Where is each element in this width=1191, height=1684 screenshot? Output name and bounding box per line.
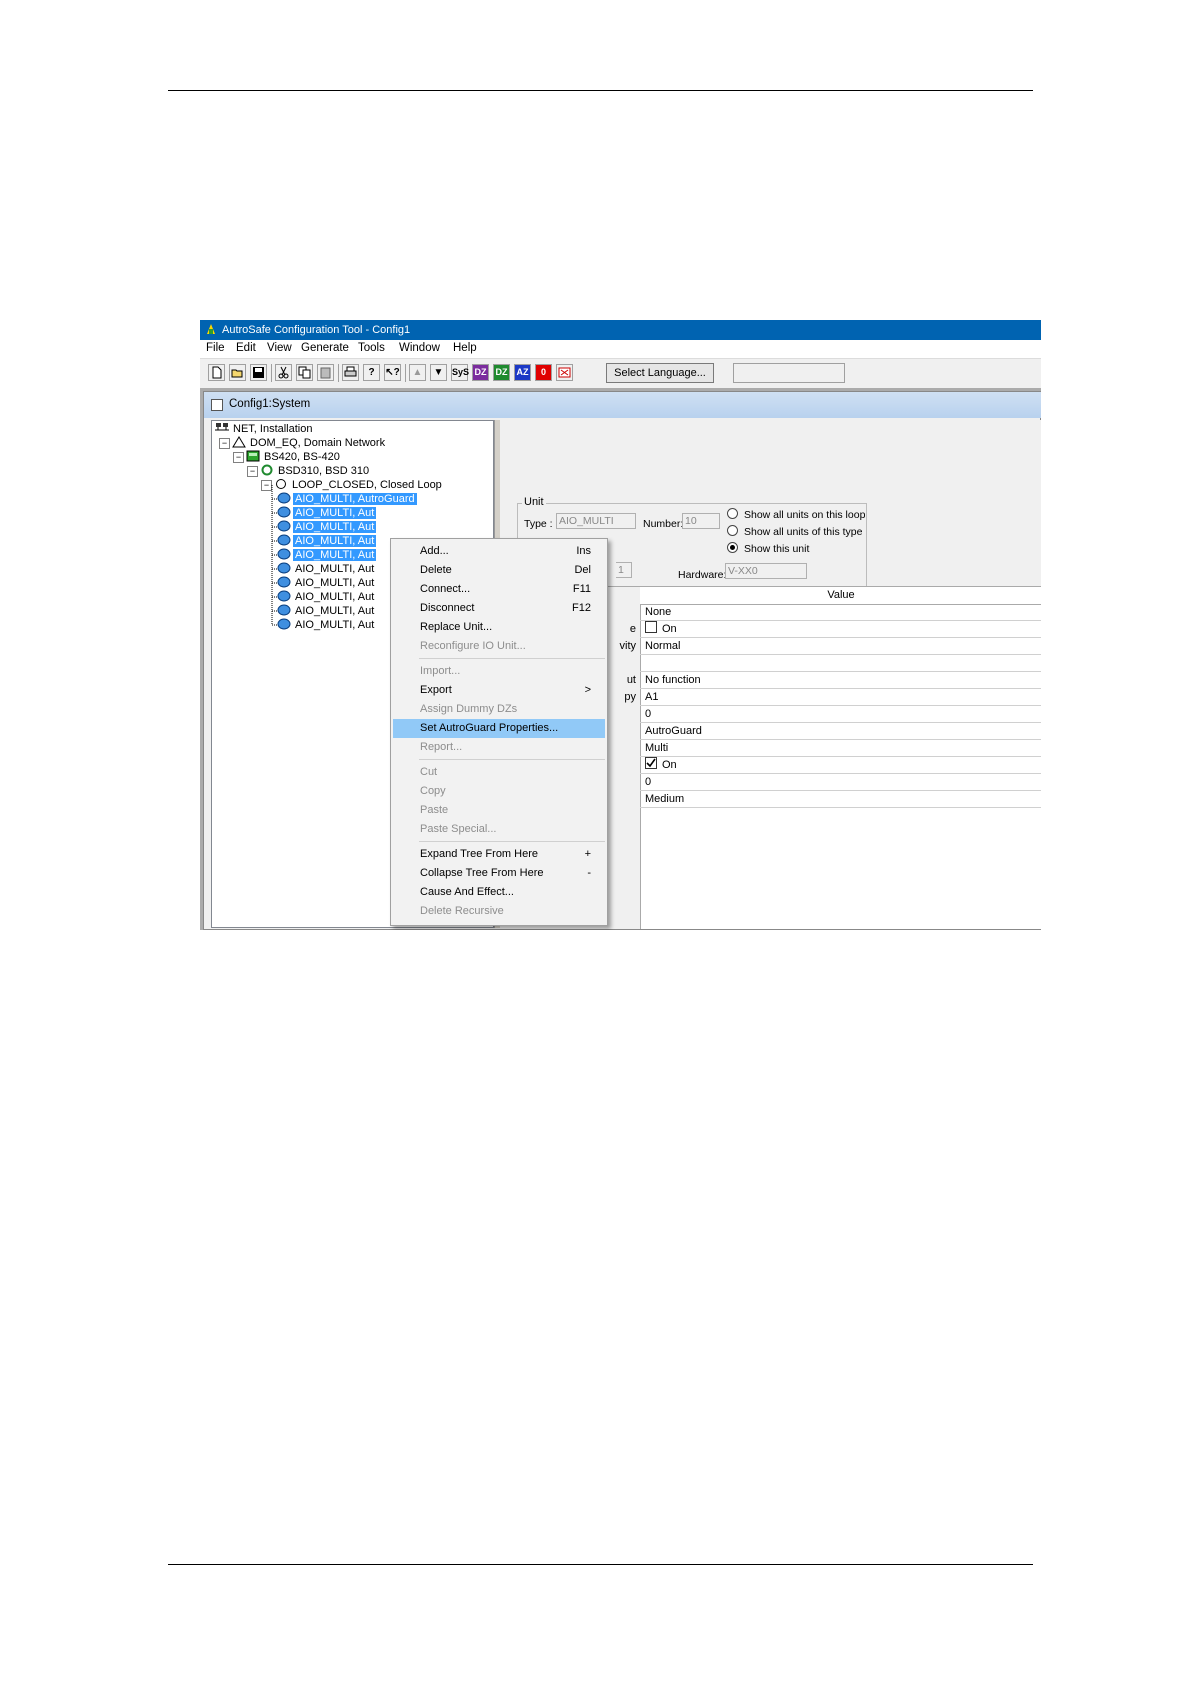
open-icon[interactable] [229,364,246,381]
menu-item-export[interactable]: Export > [393,681,605,700]
copy-icon[interactable] [296,364,313,381]
up-icon[interactable]: ▲ [409,364,426,381]
menu-separator [419,658,605,659]
save-icon[interactable] [250,364,267,381]
submenu-arrow-icon: > [584,684,591,696]
menu-item-copy[interactable]: Copy [393,782,605,801]
menu-item-connect[interactable]: Connect... F11 [393,580,605,599]
page-header-rule [168,90,1033,91]
menu-item-assign-dummy-dzs[interactable]: Assign Dummy DZs [393,700,605,719]
document-icon [211,399,223,411]
value-column-header[interactable]: Value [640,587,1041,605]
radio-button[interactable] [727,508,738,519]
radio-show-type[interactable]: Show all units of this type [727,525,862,538]
radio-button[interactable] [727,525,738,536]
menu-item-replace-unit[interactable]: Replace Unit... [393,618,605,637]
hardware-field[interactable]: V-XX0 [725,563,807,579]
menu-item-cut[interactable]: Cut [393,763,605,782]
window-title: AutroSafe Configuration Tool - Config1 [222,324,411,336]
menu-separator [419,841,605,842]
menu-item-reconfigure-io[interactable]: Reconfigure IO Unit... [393,637,605,656]
select-language-button[interactable]: Select Language... [606,363,714,383]
menu-item-cause-and-effect[interactable]: Cause And Effect... [393,883,605,902]
down-icon[interactable]: ▼ [430,364,447,381]
radio-show-loop[interactable]: Show all units on this loop [727,508,865,521]
toolbar-separator [338,364,339,382]
paste-icon[interactable] [317,364,334,381]
menu-generate[interactable]: Generate [301,342,349,354]
partial-field[interactable]: 1 [616,562,632,578]
property-value[interactable]: 0 [640,774,1041,791]
property-value[interactable]: AutroGuard [640,723,1041,740]
help-icon[interactable]: ? [363,364,380,381]
property-value[interactable] [640,655,1041,672]
print-icon[interactable] [342,364,359,381]
menu-view[interactable]: View [267,342,292,354]
child-window: Config1:System NET, Installation − DOM_EQ… [203,391,1041,930]
child-title: Config1:System [229,398,311,410]
context-help-icon[interactable]: ↖? [384,364,401,381]
dz-button-purple[interactable]: DZ [472,364,489,381]
unit-group-label: Unit [522,496,546,508]
menu-separator [419,759,605,760]
property-value[interactable]: Medium [640,791,1041,808]
sys-button[interactable]: SyS [451,364,469,381]
number-field[interactable]: 10 [682,513,720,529]
hardware-label: Hardware: [678,569,727,581]
mdi-area: Config1:System NET, Installation − DOM_EQ… [200,388,1041,930]
new-icon[interactable] [208,364,225,381]
property-value[interactable]: A1 [640,689,1041,706]
menu-item-delete-recursive[interactable]: Delete Recursive [393,902,605,921]
app-screenshot: AutroSafe Configuration Tool - Config1 F… [200,320,1041,930]
property-value[interactable]: 0 [640,706,1041,723]
menu-edit[interactable]: Edit [236,342,256,354]
property-value[interactable]: On [640,621,1041,638]
dz-button-green[interactable]: DZ [493,364,510,381]
menu-item-add[interactable]: Add... Ins [393,542,605,561]
menu-help[interactable]: Help [453,342,477,354]
checkbox-checked[interactable] [645,757,657,769]
type-label: Type : [524,518,553,530]
menu-item-report[interactable]: Report... [393,738,605,757]
check-icon [646,758,656,768]
menu-item-paste-special[interactable]: Paste Special... [393,820,605,839]
radio-button-selected[interactable] [727,542,738,553]
menu-window[interactable]: Window [399,342,440,354]
language-field[interactable] [733,363,845,383]
property-value[interactable]: On [640,757,1041,774]
zero-button[interactable]: 0 [535,364,552,381]
menu-item-collapse-tree[interactable]: Collapse Tree From Here - [393,864,605,883]
property-value[interactable]: None [640,604,1041,621]
az-button[interactable]: AZ [514,364,531,381]
property-value[interactable]: Normal [640,638,1041,655]
number-label: Number: [643,518,684,530]
menu-bar: File Edit View Generate Tools Window Hel… [200,340,1041,359]
property-value[interactable]: No function [640,672,1041,689]
menu-item-delete[interactable]: Delete Del [393,561,605,580]
title-bar[interactable]: AutroSafe Configuration Tool - Config1 [200,320,1041,340]
child-title-bar[interactable]: Config1:System [204,392,1041,418]
cut-icon[interactable] [275,364,292,381]
radio-show-unit[interactable]: Show this unit [727,542,809,555]
menu-item-disconnect[interactable]: Disconnect F12 [393,599,605,618]
checkbox[interactable] [645,621,657,633]
menu-item-set-autroguard-properties[interactable]: Set AutroGuard Properties... [393,719,605,738]
app-icon [205,323,217,336]
menu-item-expand-tree[interactable]: Expand Tree From Here + [393,845,605,864]
page-footer-rule [168,1564,1033,1565]
menu-tools[interactable]: Tools [358,342,385,354]
menu-file[interactable]: File [206,342,225,354]
property-value[interactable]: Multi [640,740,1041,757]
toolbar: ? ↖? ▲ ▼ SyS DZ DZ AZ 0 Select Language.… [200,359,1041,387]
context-menu: Add... Ins Delete Del Connect... F11 Discon… [390,538,608,926]
toolbar-separator [271,364,272,382]
close-icon[interactable] [556,364,573,381]
toolbar-separator [405,364,406,382]
menu-item-import[interactable]: Import... [393,662,605,681]
menu-item-paste[interactable]: Paste [393,801,605,820]
type-field[interactable]: AIO_MULTI [556,513,636,529]
